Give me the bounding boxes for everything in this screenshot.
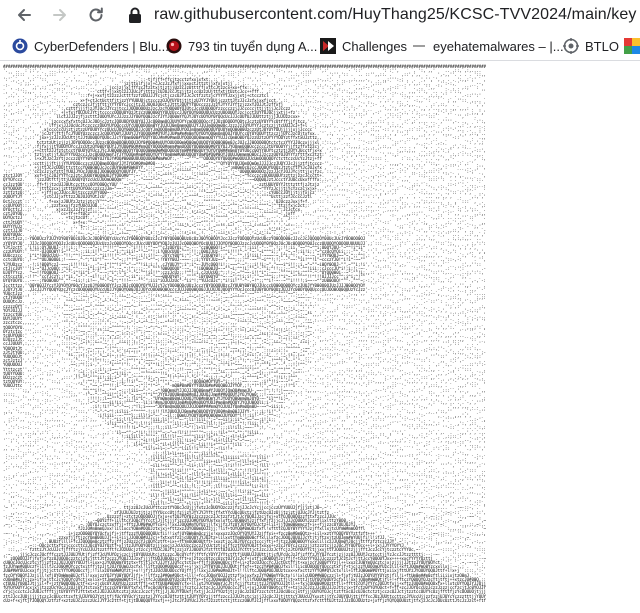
back-button[interactable] bbox=[12, 3, 36, 27]
bookmark-eyehatemalwares[interactable]: eyehatemalwares – |... bbox=[411, 36, 564, 56]
bookmark-label: eyehatemalwares – |... bbox=[433, 38, 564, 54]
bookmark-label: Challenges bbox=[342, 38, 408, 54]
bookmarks-bar: CyberDefenders | Blu... 793 tin tuyển dụ… bbox=[0, 31, 640, 61]
url-text[interactable]: raw.githubusercontent.com/HuyThang25/KCS… bbox=[154, 6, 637, 24]
ascii-art: ########################################… bbox=[3, 64, 486, 603]
bookmark-cyberdefenders[interactable]: CyberDefenders | Blu... bbox=[12, 36, 169, 56]
browser-toolbar: raw.githubusercontent.com/HuyThang25/KCS… bbox=[0, 0, 640, 30]
forward-button[interactable] bbox=[48, 3, 72, 27]
bookmark-btlo[interactable]: BTLO bbox=[563, 36, 619, 56]
challenges-icon bbox=[320, 38, 336, 54]
bookmark-label: 793 tin tuyển dụng A... bbox=[188, 38, 318, 54]
bookmark-challenges[interactable]: Challenges bbox=[320, 36, 407, 56]
lock-icon[interactable] bbox=[126, 6, 144, 24]
arrow-right-icon bbox=[53, 9, 66, 21]
site-favicon bbox=[166, 38, 182, 54]
dash-icon bbox=[411, 38, 427, 54]
btlo-icon bbox=[563, 38, 579, 54]
app-icon bbox=[624, 38, 640, 54]
raw-text-content: ########################################… bbox=[0, 61, 640, 613]
reload-icon bbox=[89, 7, 103, 22]
bookmark-jobs[interactable]: 793 tin tuyển dụng A... bbox=[166, 36, 317, 56]
cyberdefenders-icon bbox=[12, 38, 28, 54]
bookmark-label: CyberDefenders | Blu... bbox=[34, 38, 169, 54]
address-bar[interactable]: raw.githubusercontent.com/HuyThang25/KCS… bbox=[118, 0, 640, 30]
bookmark-app[interactable] bbox=[624, 36, 640, 56]
bookmark-label: BTLO bbox=[585, 38, 619, 54]
reload-button[interactable] bbox=[84, 3, 108, 27]
arrow-left-icon bbox=[18, 9, 31, 21]
